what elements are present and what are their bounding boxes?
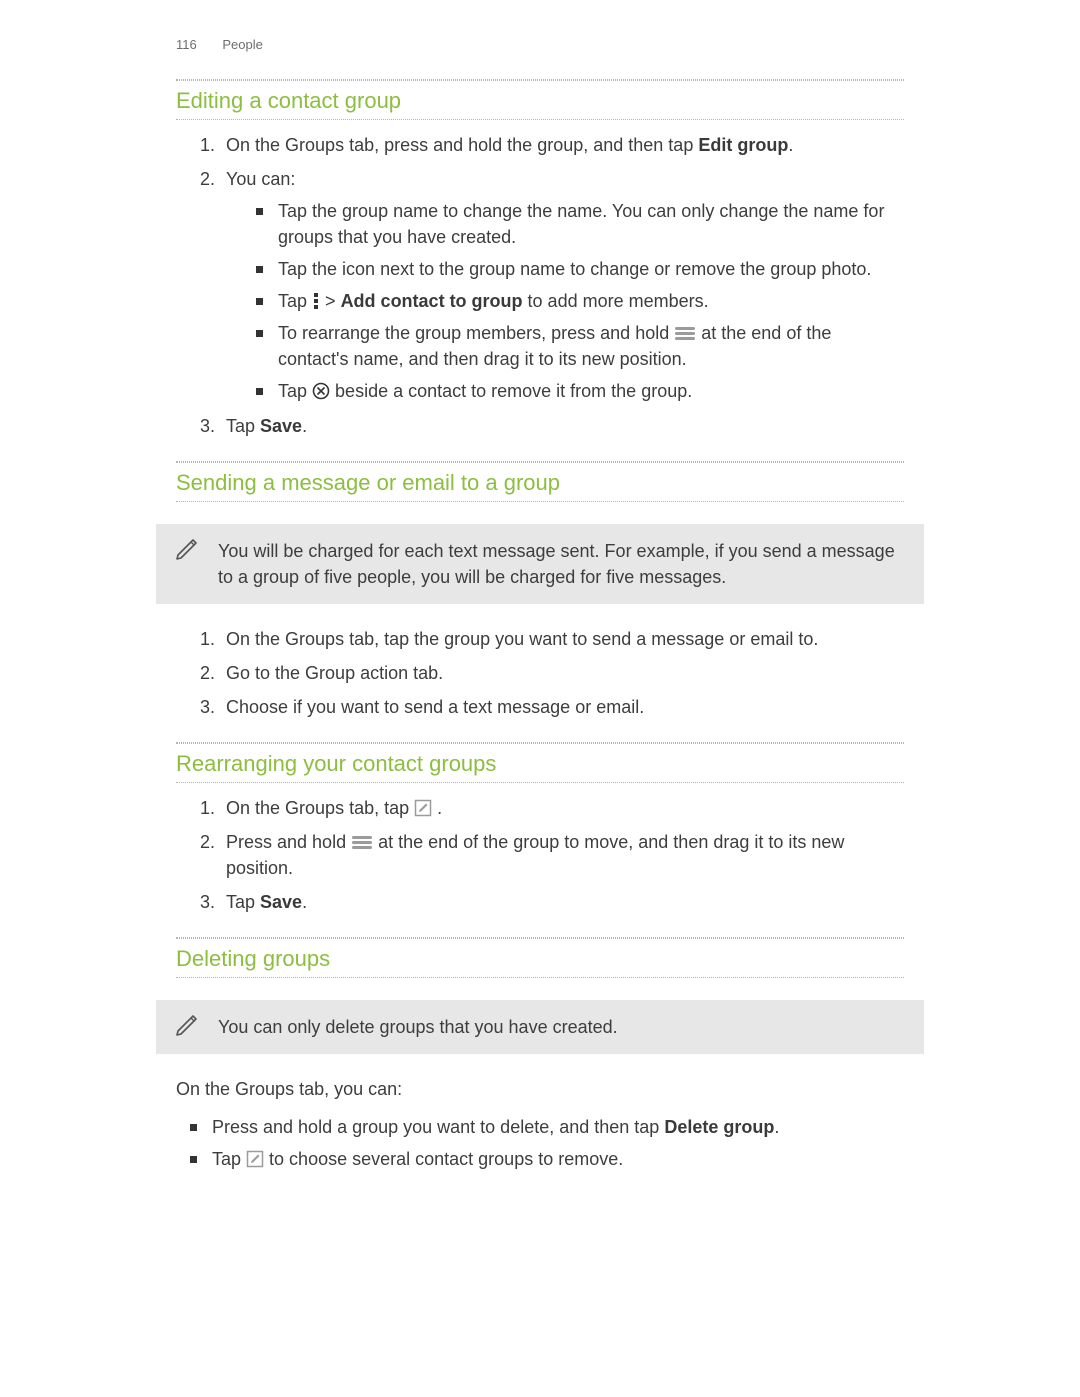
step: On the Groups tab, tap the group you wan… xyxy=(220,626,904,652)
text: Tap xyxy=(226,416,260,436)
text: . xyxy=(302,416,307,436)
deleting-intro: On the Groups tab, you can: xyxy=(176,1076,904,1102)
remove-circle-icon xyxy=(312,382,330,400)
sub-bullets: Tap the group name to change the name. Y… xyxy=(256,198,904,405)
bullet: Tap the group name to change the name. Y… xyxy=(256,198,904,250)
text: Tap xyxy=(212,1149,246,1169)
text: . xyxy=(302,892,307,912)
label-save: Save xyxy=(260,892,302,912)
drag-handle-icon xyxy=(351,835,373,851)
bullet: Tap the icon next to the group name to c… xyxy=(256,256,904,282)
pencil-icon xyxy=(172,534,202,564)
note-delete-own-only: You can only delete groups that you have… xyxy=(156,1000,924,1054)
heading-sending-message-group: Sending a message or email to a group xyxy=(176,462,904,502)
edit-pencil-box-icon xyxy=(246,1150,264,1168)
step: Tap Save. xyxy=(220,889,904,915)
editing-steps: On the Groups tab, press and hold the gr… xyxy=(176,132,904,439)
label-add-contact-to-group: Add contact to group xyxy=(341,291,523,311)
text: Press and hold xyxy=(226,832,351,852)
sending-steps: On the Groups tab, tap the group you wan… xyxy=(176,626,904,720)
text: Tap xyxy=(278,381,312,401)
step: Tap Save. xyxy=(220,413,904,439)
page: 116 People Editing a contact group On th… xyxy=(0,0,1080,1173)
overflow-menu-icon xyxy=(312,292,320,310)
text: On the Groups tab, press and hold the gr… xyxy=(226,135,698,155)
text: Tap xyxy=(226,892,260,912)
step: Go to the Group action tab. xyxy=(220,660,904,686)
edit-pencil-box-icon xyxy=(414,799,432,817)
heading-deleting-groups: Deleting groups xyxy=(176,938,904,978)
label-save: Save xyxy=(260,416,302,436)
text: beside a contact to remove it from the g… xyxy=(335,381,692,401)
text: . xyxy=(437,798,442,818)
note-text: You will be charged for each text messag… xyxy=(218,541,895,587)
text: On the Groups tab, tap xyxy=(226,798,414,818)
page-number: 116 xyxy=(176,36,197,55)
drag-handle-icon xyxy=(674,326,696,342)
rearranging-steps: On the Groups tab, tap . Press and hold … xyxy=(176,795,904,915)
pencil-icon xyxy=(172,1010,202,1040)
page-header: 116 People xyxy=(0,36,1080,55)
text: Tap xyxy=(278,291,312,311)
step: On the Groups tab, press and hold the gr… xyxy=(220,132,904,158)
bullet: Tap beside a contact to remove it from t… xyxy=(256,378,904,404)
bullet: Tap > Add contact to group to add more m… xyxy=(256,288,904,314)
step: Press and hold at the end of the group t… xyxy=(220,829,904,881)
text: Press and hold a group you want to delet… xyxy=(212,1117,664,1137)
text: . xyxy=(774,1117,779,1137)
heading-editing-contact-group: Editing a contact group xyxy=(176,80,904,120)
deleting-bullets: Press and hold a group you want to delet… xyxy=(190,1114,904,1172)
step: On the Groups tab, tap . xyxy=(220,795,904,821)
step: Choose if you want to send a text messag… xyxy=(220,694,904,720)
bullet: Press and hold a group you want to delet… xyxy=(190,1114,904,1140)
note-charges: You will be charged for each text messag… xyxy=(156,524,924,604)
note-text: You can only delete groups that you have… xyxy=(218,1017,618,1037)
text: To rearrange the group members, press an… xyxy=(278,323,674,343)
text: You can: xyxy=(226,169,295,189)
bullet: To rearrange the group members, press an… xyxy=(256,320,904,372)
bullet: Tap to choose several contact groups to … xyxy=(190,1146,904,1172)
label-delete-group: Delete group xyxy=(664,1117,774,1137)
step: You can: Tap the group name to change th… xyxy=(220,166,904,405)
label-edit-group: Edit group xyxy=(698,135,788,155)
text: . xyxy=(788,135,793,155)
text: to add more members. xyxy=(523,291,709,311)
manual-section: People xyxy=(222,37,262,52)
text: > xyxy=(325,291,341,311)
heading-rearranging-groups: Rearranging your contact groups xyxy=(176,743,904,783)
text: to choose several contact groups to remo… xyxy=(269,1149,623,1169)
